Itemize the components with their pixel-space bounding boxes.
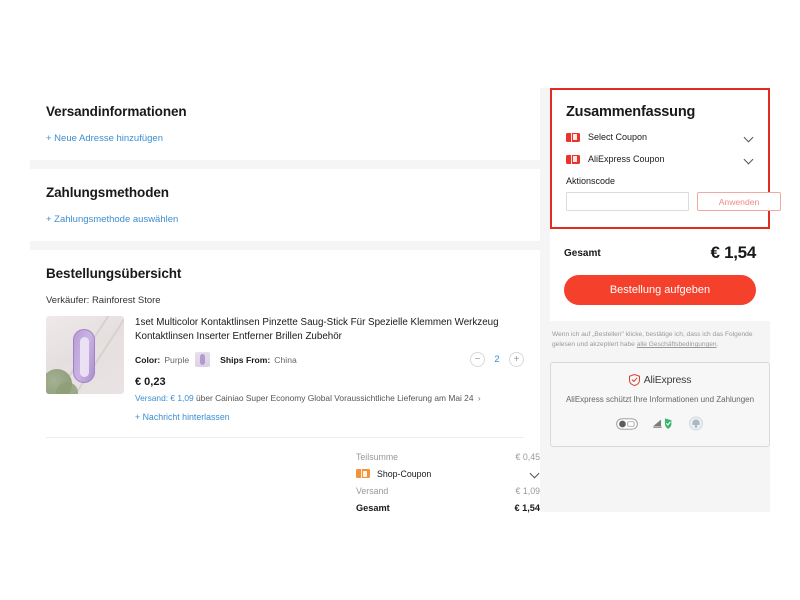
totals-row-subtotal: Teilsumme € 0,45 [356, 448, 540, 465]
delivery-estimate: Voraussichtliche Lieferung am Mai 24 [334, 393, 474, 404]
summary-total-value: € 1,54 [710, 243, 757, 262]
totals-row-grand-total: Gesamt € 1,54 [356, 499, 540, 516]
shipping-total-value: € 1,09 [515, 485, 540, 496]
totals-row-shipping: Versand € 1,09 [356, 482, 540, 499]
color-label: Color: [135, 354, 161, 365]
chevron-down-icon[interactable] [531, 469, 540, 478]
left-column: Versandinformationen + Neue Adresse hinz… [30, 88, 540, 531]
protection-message: AliExpress schützt Ihre Informationen un… [565, 394, 755, 404]
chevron-right-icon: › [477, 393, 481, 404]
order-totals: Teilsumme € 0,45 Shop-Coupon Versand € 1… [356, 438, 556, 530]
promo-code-input[interactable] [566, 192, 689, 211]
product-thumbnail[interactable] [46, 316, 124, 394]
data-protection-badge-icon [652, 417, 674, 435]
order-item-row: 1set Multicolor Kontaktlinsen Pinzette S… [46, 316, 524, 439]
buyer-protection-box: AliExpress AliExpress schützt Ihre Infor… [550, 361, 770, 447]
order-section-title: Bestellungsübersicht [46, 266, 182, 281]
select-payment-method-link[interactable]: + Zahlungsmethode auswählen [46, 214, 524, 225]
totals-row-shop-coupon[interactable]: Shop-Coupon [356, 465, 540, 482]
product-attributes: Color: Purple Ships From: China − 2 + [135, 352, 524, 368]
shipping-line[interactable]: Versand: € 1,09 über Cainiao Super Econo… [135, 393, 524, 403]
grand-total-label: Gesamt [356, 502, 390, 513]
shipping-total-label: Versand [356, 485, 389, 496]
product-title[interactable]: 1set Multicolor Kontaktlinsen Pinzette S… [135, 316, 524, 344]
shield-icon [628, 373, 640, 386]
promo-code-label: Aktionscode [566, 176, 616, 186]
shipping-cost: € 1,09 [170, 393, 194, 404]
select-coupon-row[interactable]: Select Coupon [566, 132, 754, 142]
shipping-section-title: Versandinformationen [46, 104, 187, 119]
seller-name: Verkäufer: Rainforest Store [46, 295, 161, 306]
checkout-page: Versandinformationen + Neue Adresse hinz… [0, 0, 800, 600]
terms-and-conditions-link[interactable]: alle Geschäftsbedingungen [637, 341, 717, 348]
trust-badges [561, 416, 759, 436]
chevron-down-icon[interactable] [745, 133, 754, 142]
summary-panel: Zusammenfassung Select Coupon AliExpress… [550, 88, 781, 229]
summary-total-label: Gesamt [564, 247, 601, 259]
summary-title: Zusammenfassung [566, 104, 696, 120]
color-swatch-thumbnail [195, 352, 211, 368]
place-order-button[interactable]: Bestellung aufgeben [564, 275, 756, 305]
secure-payment-badge-icon [616, 417, 638, 435]
quantity-stepper: − 2 + [470, 352, 524, 368]
coupon-ticket-icon [566, 154, 580, 164]
summary-column: Zusammenfassung Select Coupon AliExpress… [550, 88, 781, 447]
shipping-label: Versand: [135, 393, 169, 404]
grand-total-value: € 1,54 [514, 502, 540, 513]
aliexpress-coupon-label: AliExpress Coupon [588, 154, 665, 164]
order-disclaimer: Wenn ich auf „Bestellen" klicke, bestäti… [550, 330, 770, 350]
summary-total-panel: Gesamt € 1,54 Bestellung aufgeben [550, 229, 770, 321]
ships-from-label: Ships From: [220, 354, 271, 365]
aliexpress-coupon-row[interactable]: AliExpress Coupon [566, 154, 754, 164]
coupon-ticket-icon [356, 469, 370, 479]
select-coupon-label: Select Coupon [588, 132, 648, 142]
coupon-ticket-icon [566, 132, 580, 142]
add-new-address-link[interactable]: + Neue Adresse hinzufügen [46, 133, 524, 144]
summary-total-row: Gesamt € 1,54 [564, 229, 756, 275]
ships-from-value: China [274, 354, 297, 365]
shipping-information-card: Versandinformationen + Neue Adresse hinz… [30, 88, 540, 160]
shipping-carrier: über Cainiao Super Economy Global [196, 393, 332, 404]
privacy-shield-badge-icon [688, 416, 704, 436]
quantity-decrease-button[interactable]: − [470, 352, 485, 368]
product-price: € 0,23 [135, 376, 166, 389]
payment-section-title: Zahlungsmethoden [46, 185, 169, 200]
chevron-down-icon[interactable] [745, 155, 754, 164]
color-value: Purple [164, 354, 190, 365]
quantity-value: 2 [494, 354, 500, 366]
apply-promo-button[interactable]: Anwenden [697, 192, 781, 211]
leave-message-link[interactable]: + Nachricht hinterlassen [135, 412, 230, 422]
subtotal-value: € 0,45 [515, 451, 540, 462]
order-overview-card: Bestellungsübersicht Verkäufer: Rainfore… [30, 250, 540, 531]
payment-methods-card: Zahlungsmethoden + Zahlungsmethode auswä… [30, 169, 540, 241]
disclaimer-end: . [716, 340, 719, 348]
aliexpress-brand-label: AliExpress [643, 373, 692, 386]
subtotal-label: Teilsumme [356, 451, 399, 462]
shop-coupon-label: Shop-Coupon [377, 468, 432, 479]
quantity-increase-button[interactable]: + [509, 352, 524, 368]
